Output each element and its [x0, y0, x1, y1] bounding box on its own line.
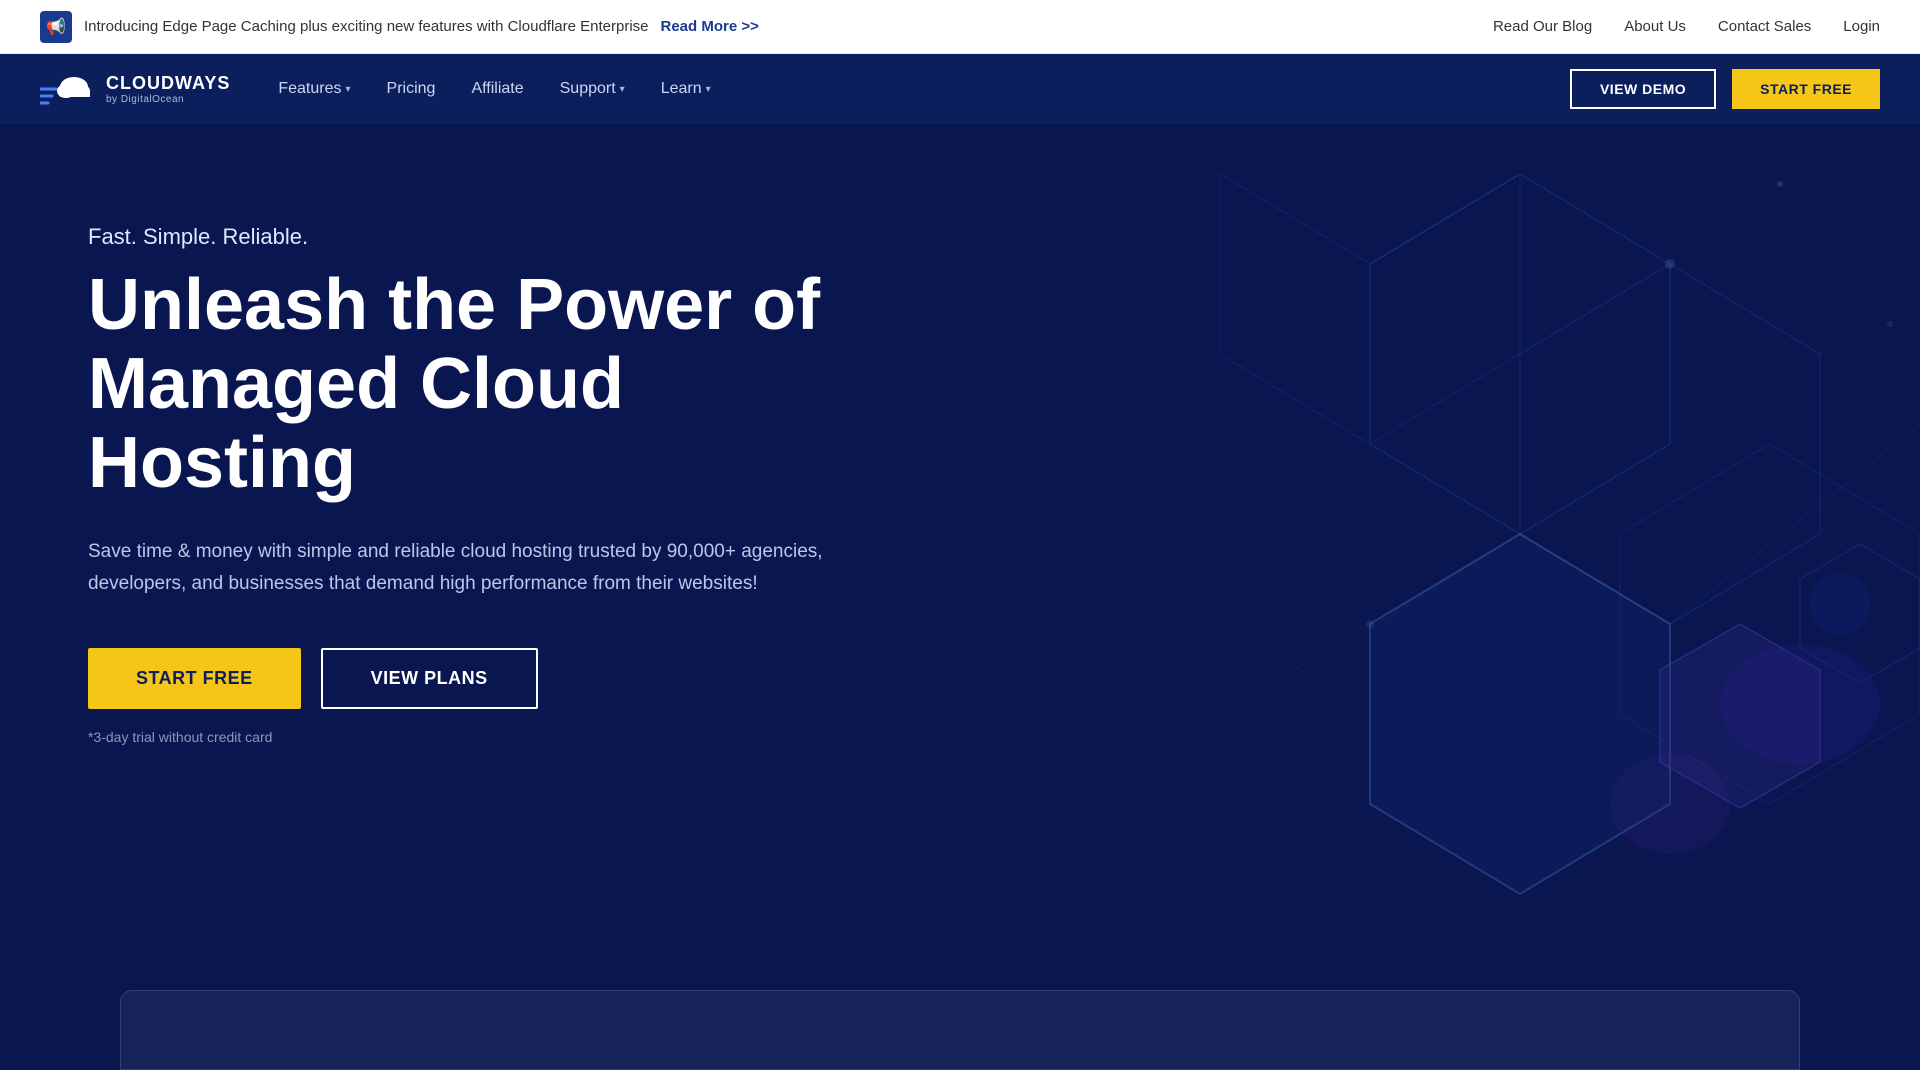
hero-tagline: Fast. Simple. Reliable. — [88, 224, 872, 250]
nav-affiliate[interactable]: Affiliate — [471, 80, 523, 98]
logo-text: CLOUDWAYS by DigitalOcean — [106, 73, 230, 105]
logo[interactable]: CLOUDWAYS by DigitalOcean — [40, 69, 230, 109]
support-chevron: ▾ — [620, 84, 625, 95]
logo-main-text: CLOUDWAYS — [106, 73, 230, 94]
main-navbar: CLOUDWAYS by DigitalOcean Features ▾ Pri… — [0, 54, 1920, 124]
nav-features[interactable]: Features ▾ — [278, 80, 350, 98]
bottom-card-hint — [120, 990, 1800, 1070]
features-chevron: ▾ — [346, 84, 351, 95]
hero-section: Fast. Simple. Reliable. Unleash the Powe… — [0, 124, 1920, 1070]
nav-support[interactable]: Support ▾ — [560, 80, 625, 98]
announcement-text: Introducing Edge Page Caching plus excit… — [84, 18, 649, 35]
nav-learn[interactable]: Learn ▾ — [661, 80, 711, 98]
contact-sales-link[interactable]: Contact Sales — [1718, 18, 1811, 35]
logo-sub-text: by DigitalOcean — [106, 94, 230, 105]
announcement-left: 📢 Introducing Edge Page Caching plus exc… — [40, 11, 759, 43]
learn-chevron: ▾ — [706, 84, 711, 95]
hero-buttons: START FREE VIEW PLANS — [88, 648, 872, 709]
read-our-blog-link[interactable]: Read Our Blog — [1493, 18, 1592, 35]
start-free-nav-button[interactable]: START FREE — [1732, 69, 1880, 109]
view-plans-button[interactable]: VIEW PLANS — [321, 648, 538, 709]
start-free-button[interactable]: START FREE — [88, 648, 301, 709]
hero-content: Fast. Simple. Reliable. Unleash the Powe… — [0, 124, 960, 805]
announcement-right-links: Read Our Blog About Us Contact Sales Log… — [1493, 18, 1880, 35]
logo-icon — [40, 69, 96, 109]
hex-background — [1020, 124, 1920, 1024]
hero-title: Unleash the Power of Managed Cloud Hosti… — [88, 266, 872, 504]
hero-description: Save time & money with simple and reliab… — [88, 536, 872, 601]
login-link[interactable]: Login — [1843, 18, 1880, 35]
read-more-link[interactable]: Read More >> — [661, 18, 759, 35]
nav-pricing[interactable]: Pricing — [387, 80, 436, 98]
trial-note: *3-day trial without credit card — [88, 729, 872, 745]
about-us-link[interactable]: About Us — [1624, 18, 1686, 35]
navbar-right: VIEW DEMO START FREE — [1570, 69, 1880, 109]
nav-links: Features ▾ Pricing Affiliate Support ▾ L… — [278, 80, 710, 98]
announcement-bar: 📢 Introducing Edge Page Caching plus exc… — [0, 0, 1920, 54]
view-demo-button[interactable]: VIEW DEMO — [1570, 69, 1716, 109]
megaphone-icon: 📢 — [40, 11, 72, 43]
navbar-left: CLOUDWAYS by DigitalOcean Features ▾ Pri… — [40, 69, 711, 109]
